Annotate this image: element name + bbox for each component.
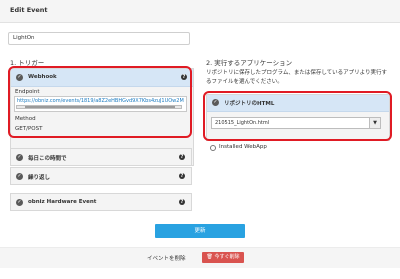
event-name-input[interactable]: LightOn	[8, 32, 190, 45]
trigger-hardware-label: obniz Hardware Event	[28, 199, 97, 205]
radio-icon[interactable]	[210, 145, 216, 151]
trash-icon: 🗑	[206, 254, 213, 260]
installed-webapp-option[interactable]: Installed WebApp	[206, 140, 388, 156]
repository-highlight-frame	[203, 91, 392, 141]
trigger-daily-label: 毎日この時間で	[28, 156, 67, 162]
help-icon[interactable]: ?	[179, 199, 185, 205]
installed-webapp-label: Installed WebApp	[219, 144, 267, 150]
check-icon: ✓	[16, 154, 23, 161]
help-icon[interactable]: ?	[179, 173, 185, 179]
trigger-daily[interactable]: ✓ 毎日この時間で ?	[10, 148, 192, 166]
trigger-repeat-label: 繰り返し	[28, 175, 51, 181]
check-icon: ✓	[16, 199, 23, 206]
modal-title: Edit Event	[10, 6, 48, 14]
update-button[interactable]: 更新	[155, 224, 245, 238]
webhook-highlight-frame	[8, 66, 192, 138]
footer-bar	[0, 247, 400, 268]
help-icon[interactable]: ?	[179, 154, 185, 160]
delete-event-text: イベントを削除	[147, 256, 186, 262]
check-icon: ✓	[16, 173, 23, 180]
modal-header: Edit Event	[0, 0, 400, 23]
app-description: リポジトリに保存したプログラム、または保存しているアプリより実行するファイルを選…	[206, 70, 388, 85]
app-heading: 2. 実行するアプリケーション	[206, 59, 293, 67]
delete-now-label: 今すぐ削除	[214, 254, 240, 260]
trigger-repeat[interactable]: ✓ 繰り返し ?	[10, 167, 192, 185]
delete-now-button[interactable]: 🗑 今すぐ削除	[202, 252, 244, 263]
trigger-hardware-event[interactable]: ✓ obniz Hardware Event ?	[10, 193, 192, 211]
